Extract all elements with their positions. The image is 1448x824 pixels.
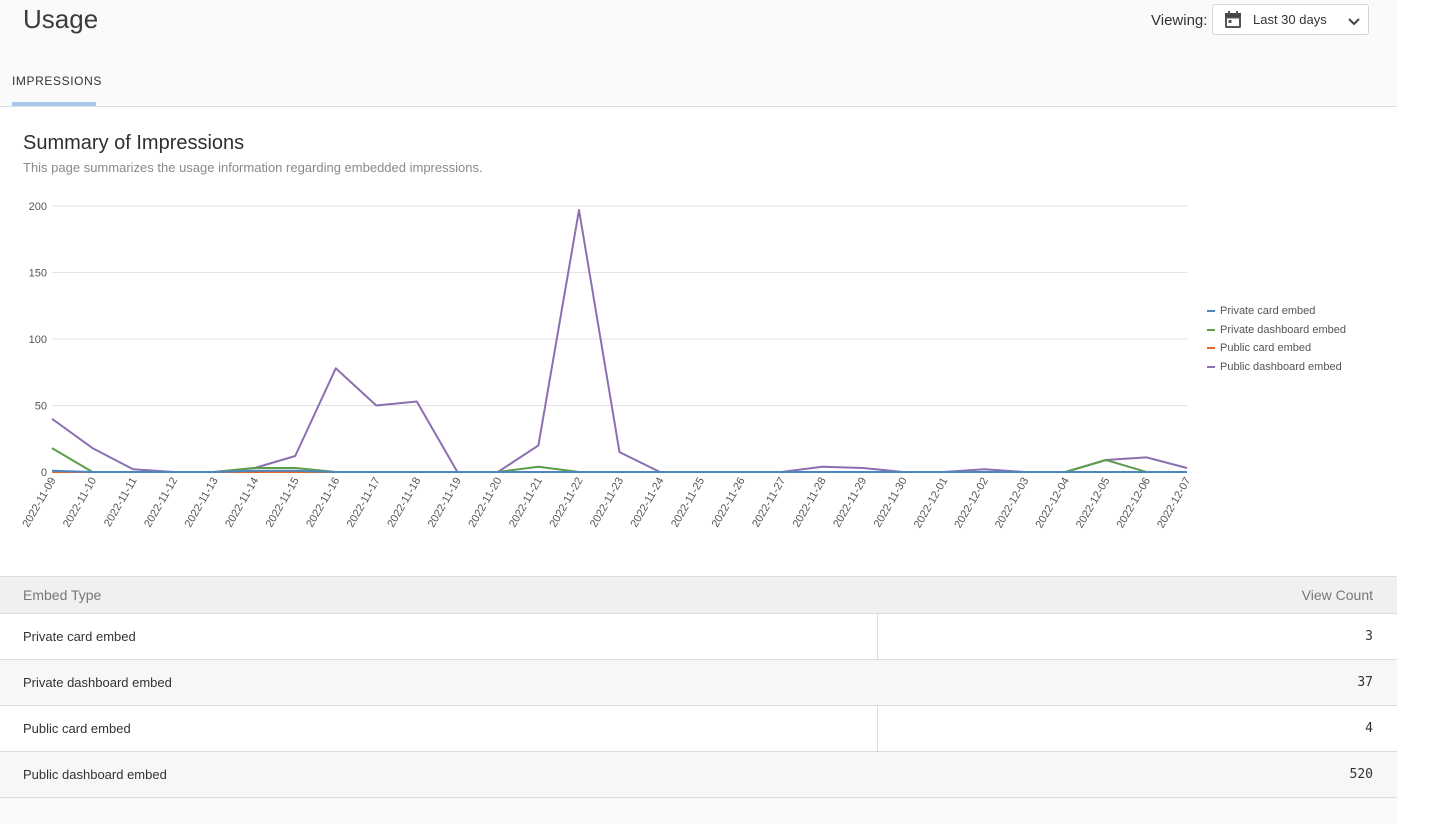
x-tick-label: 2022-11-22 (547, 476, 585, 530)
y-tick-label: 0 (41, 467, 47, 479)
viewing-label: Viewing: (1151, 12, 1208, 29)
legend-swatch (1207, 328, 1215, 331)
x-tick-label: 2022-11-12 (142, 476, 180, 530)
header-embed-type[interactable]: Embed Type (23, 577, 101, 613)
chevron-down-icon (1347, 14, 1361, 32)
x-tick-label: 2022-11-29 (831, 476, 869, 530)
legend-swatch (1207, 347, 1215, 350)
embed-type-cell: Private dashboard embed (23, 675, 172, 690)
x-tick-label: 2022-11-13 (183, 476, 221, 530)
legend-item: Private card embed (1207, 302, 1346, 321)
view-count-cell: 37 (1357, 675, 1373, 690)
legend-item: Private dashboard embed (1207, 321, 1346, 340)
table-row: Public card embed 4 (0, 706, 1397, 752)
y-tick-label: 50 (35, 401, 47, 413)
legend-label: Private card embed (1220, 305, 1316, 318)
legend-swatch (1207, 365, 1215, 368)
x-tick-label: 2022-12-05 (1074, 476, 1113, 531)
calendar-icon (1223, 10, 1243, 35)
x-tick-label: 2022-12-01 (912, 476, 951, 531)
view-count-cell: 3 (1365, 629, 1373, 644)
embed-type-cell: Public card embed (23, 721, 131, 736)
table-header-row: Embed Type View Count (0, 577, 1397, 614)
footer-band (0, 798, 1397, 824)
view-count-cell: 4 (1365, 721, 1373, 736)
embed-type-cell: Public dashboard embed (23, 767, 167, 782)
x-tick-label: 2022-12-02 (952, 476, 991, 531)
page-title: Usage (23, 4, 99, 34)
legend-swatch (1207, 310, 1215, 313)
active-tab-indicator (12, 102, 96, 106)
x-tick-label: 2022-11-10 (61, 476, 99, 530)
legend-label: Public card embed (1220, 342, 1312, 355)
chart-legend: Private card embed Private dashboard emb… (1207, 302, 1346, 376)
x-tick-label: 2022-11-21 (507, 476, 545, 530)
table-row: Private dashboard embed 37 (0, 660, 1397, 706)
table-row: Private card embed 3 (0, 614, 1397, 660)
impressions-line-chart: 0501001502002022-11-09 2022-11-10 2022-11-… (20, 201, 1194, 531)
x-tick-label: 2022-11-14 (223, 476, 261, 530)
y-tick-label: 150 (29, 268, 47, 280)
x-tick-label: 2022-11-19 (426, 476, 464, 530)
legend-item: Public dashboard embed (1207, 358, 1346, 377)
legend-item: Public card embed (1207, 339, 1346, 358)
x-tick-label: 2022-11-15 (264, 476, 302, 530)
x-tick-label: 2022-11-20 (466, 475, 504, 529)
legend-label: Private dashboard embed (1220, 323, 1346, 336)
x-tick-label: 2022-11-28 (791, 476, 829, 530)
x-tick-label: 2022-12-04 (1033, 476, 1072, 531)
x-tick-label: 2022-11-25 (669, 476, 707, 530)
x-tick-label: 2022-11-17 (345, 476, 383, 530)
x-tick-label: 2022-11-24 (629, 476, 667, 530)
x-tick-label: 2022-12-06 (1115, 476, 1154, 531)
x-tick-label: 2022-11-26 (710, 476, 748, 530)
x-tick-label: 2022-11-16 (304, 476, 342, 530)
usage-header: Usage Viewing: Last 30 days IMPRESSIONS (0, 0, 1397, 107)
view-count-cell: 520 (1349, 767, 1373, 782)
x-tick-label: 2022-11-09 (20, 476, 58, 530)
x-tick-label: 2022-11-11 (102, 476, 140, 529)
summary-title: Summary of Impressions (23, 132, 245, 154)
header-view-count[interactable]: View Count (1302, 577, 1373, 613)
y-tick-label: 200 (29, 201, 47, 213)
y-tick-label: 100 (29, 334, 47, 346)
date-range-dropdown[interactable]: Last 30 days (1212, 4, 1369, 35)
x-tick-label: 2022-11-27 (750, 476, 788, 530)
embed-type-cell: Private card embed (23, 629, 136, 644)
x-tick-label: 2022-11-18 (385, 476, 423, 530)
date-range-value: Last 30 days (1253, 12, 1327, 27)
summary-subtitle: This page summarizes the usage informati… (23, 160, 483, 175)
x-tick-label: 2022-12-03 (993, 476, 1032, 531)
table-row: Public dashboard embed 520 (0, 752, 1397, 798)
x-tick-label: 2022-11-23 (588, 476, 626, 530)
legend-label: Public dashboard embed (1220, 360, 1342, 373)
impressions-table: Embed Type View Count Private card embed… (0, 576, 1397, 798)
x-tick-label: 2022-11-30 (872, 476, 910, 530)
tab-impressions[interactable]: IMPRESSIONS (12, 74, 102, 88)
x-tick-label: 2022-12-07 (1155, 476, 1194, 531)
series-line (51, 209, 1188, 473)
